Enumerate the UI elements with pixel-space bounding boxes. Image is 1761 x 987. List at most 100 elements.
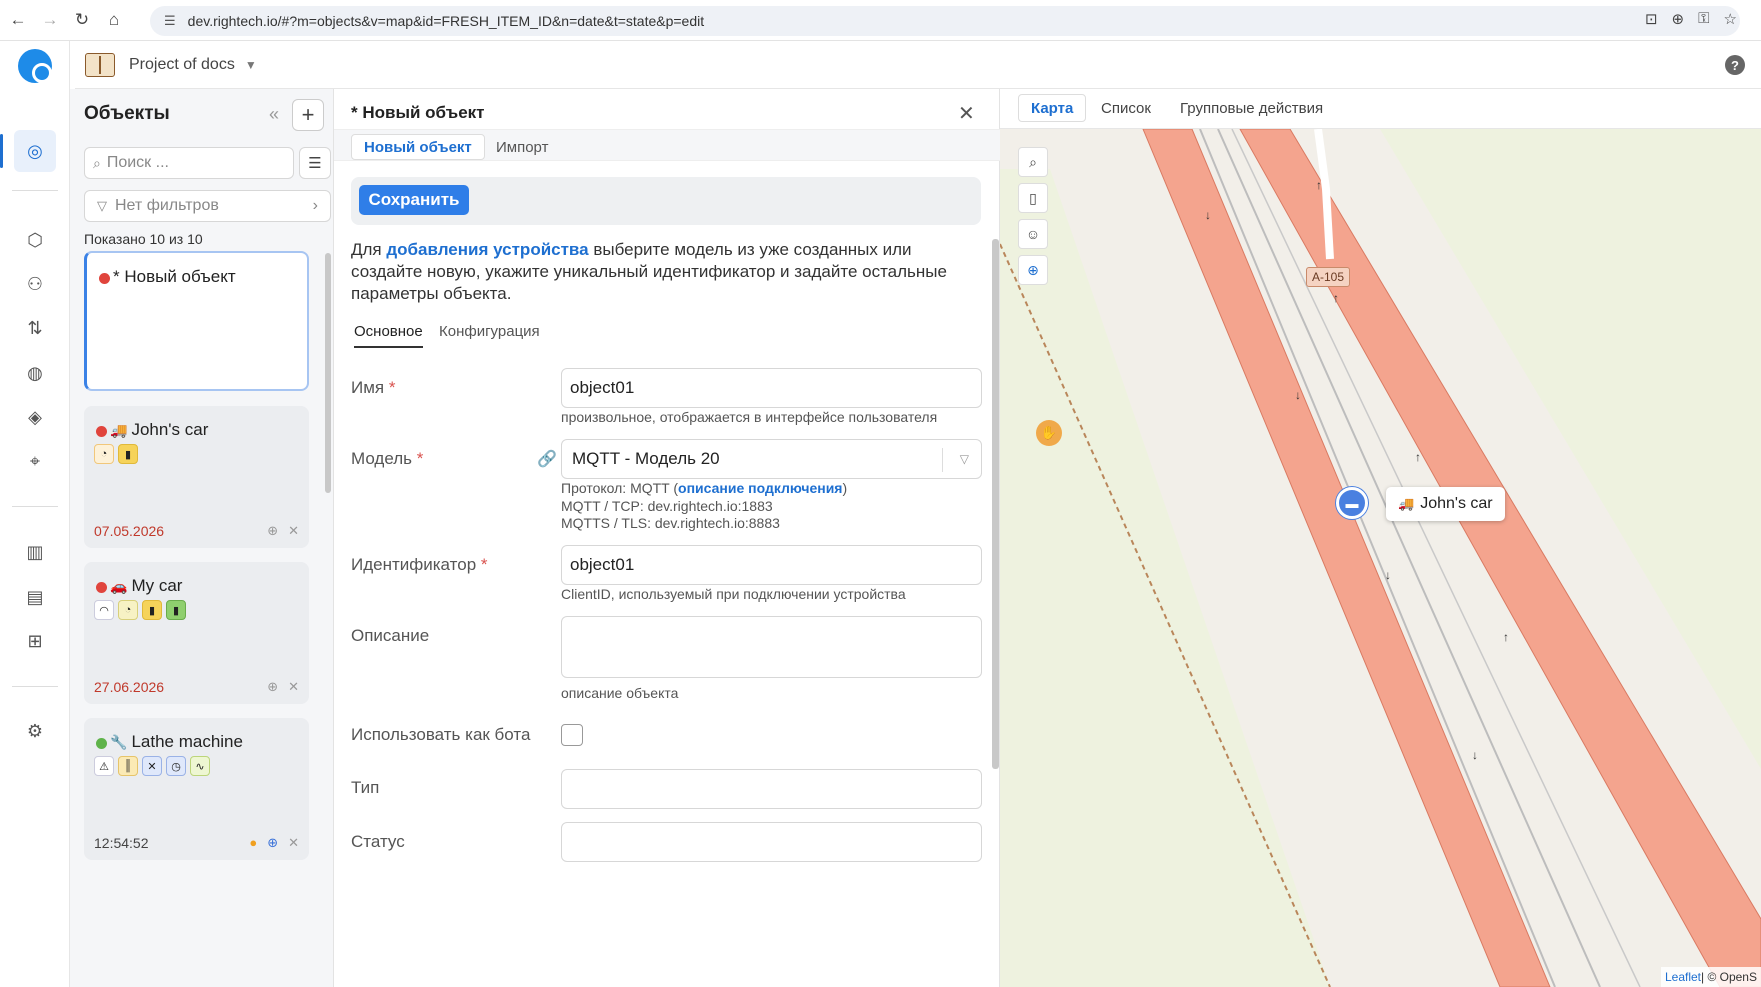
form-scrollbar[interactable] [992,239,999,769]
reports-clipboard-icon[interactable]: ▤ [14,576,56,618]
map-search-icon[interactable]: ⌕ [1018,147,1048,177]
password-key-icon[interactable]: ⚿ [1698,10,1709,28]
name-label: Имя * [351,378,396,397]
map-attribution: Leaflet | © OpenS [1660,967,1761,987]
identifier-field[interactable] [561,545,982,585]
map-person-icon[interactable]: ☺ [1018,219,1048,249]
clock-badge-icon: ◷ [166,756,186,776]
tab-import[interactable]: Импорт [484,134,560,160]
road-direction-arrow: ↑ [1503,630,1509,644]
identifier-label: Идентификатор * [351,555,488,574]
object-card-new[interactable]: * Новый объект [84,251,309,391]
hand-pan-icon[interactable]: ✋ [1036,420,1062,446]
gauge-badge-icon: ◔ [94,444,114,464]
save-button[interactable]: Сохранить [359,185,469,215]
connection-description-link[interactable]: описание подключения [678,480,842,496]
geofence-icon[interactable]: ◈ [14,396,56,438]
use-as-bot-checkbox[interactable] [561,724,583,746]
forward-arrow-icon[interactable]: → [36,6,64,34]
tag-icon[interactable]: ⌖ [14,440,56,482]
object-card-my-car[interactable]: 🚗 My car ◠ ◔ ▮ ▮ 27.06.2026 ⊕ ✕ [84,562,309,704]
back-arrow-icon[interactable]: ← [4,6,32,34]
object-card-johns-car[interactable]: 🚚 John's car ◔ ▮ 07.05.2026 ⊕ ✕ [84,406,309,548]
object-name: 🚚 John's car [110,420,209,439]
search-field[interactable]: ⌕ [84,147,294,179]
project-name[interactable]: Project of docs [129,56,235,74]
globe-icon[interactable]: ◍ [14,352,56,394]
truck-marker-icon[interactable]: ▬ [1336,487,1368,519]
hierarchy-icon[interactable]: ⚇ [14,263,56,305]
collapse-icon[interactable]: ✕ [288,679,299,695]
type-label: Тип [351,778,380,797]
rail-divider [12,190,58,191]
tab-configuration[interactable]: Конфигурация [439,323,540,346]
models-cube-icon[interactable]: ⬡ [14,219,56,261]
settings-gear-icon[interactable]: ⚙ [14,710,56,752]
type-field[interactable] [561,769,982,809]
objects-nav-icon[interactable]: ◎ [0,130,56,172]
rightech-logo-icon[interactable] [18,49,52,83]
name-field[interactable] [561,368,982,408]
locate-icon[interactable]: ⊕ [267,679,278,695]
collapse-icon[interactable]: ✕ [288,523,299,539]
locate-icon[interactable]: ⊕ [267,835,278,851]
leaflet-link[interactable]: Leaflet [1665,970,1701,984]
car-map-label[interactable]: 🚚 John's car [1386,487,1505,521]
warning-badge-icon: ⚠ [94,756,114,776]
address-bar[interactable]: ☰ dev.rightech.io/#?m=objects&v=map&id=F… [150,6,1740,36]
alert-icon[interactable]: ● [249,835,257,851]
collapse-icon[interactable]: ✕ [288,835,299,851]
tab-new-object[interactable]: Новый объект [351,134,485,160]
fuel-green-badge-icon: ▮ [166,600,186,620]
url-text: dev.rightech.io/#?m=objects&v=map&id=FRE… [187,13,705,29]
close-icon[interactable]: ✕ [958,101,975,126]
help-icon[interactable]: ? [1725,55,1745,75]
model-select[interactable]: MQTT - Модель 20 ▽ [561,439,982,479]
description-label: Описание [351,626,430,645]
map-canvas[interactable]: ↓ ↓ ↓ ↓ ↑ ↑ ↑ ↑ А-105 ⌕ ▯ ☺ ⊕ ✋ ▬ 🚚 John'… [1000,129,1761,987]
add-device-link[interactable]: добавления устройства [386,240,588,259]
install-app-icon[interactable]: ⊡ [1645,10,1658,28]
project-dropdown-caret-icon[interactable]: ▼ [245,58,257,72]
status-field[interactable] [561,822,982,862]
gauge-badge-icon: ◔ [118,600,138,620]
tab-list[interactable]: Список [1089,94,1163,122]
chevron-down-icon[interactable]: ▽ [960,452,969,466]
bookmark-star-icon[interactable]: ☆ [1724,10,1737,28]
automation-icon[interactable]: ⇅ [14,307,56,349]
road-direction-arrow: ↑ [1333,291,1339,305]
tab-map[interactable]: Карта [1018,94,1087,122]
dashboards-icon[interactable]: ▥ [14,531,56,573]
filter-settings-icon[interactable]: ☰ [299,147,331,179]
object-card-lathe-machine[interactable]: 🔧 Lathe machine ⚠ ║ ✕ ◷ ∿ 12:54:52 ● ⊕ ✕ [84,718,309,860]
address-bar-actions: ⊡ ⊕ ⚿ ☆ [1645,10,1737,28]
object-name: 🚗 My car [110,576,183,595]
grid-icon[interactable]: ⊞ [14,620,56,662]
home-icon[interactable]: ⌂ [100,6,128,34]
identifier-hint: ClientID, используемый при подключении у… [561,586,906,602]
map-panel: Карта Список Групповые действия ↓ ↓ ↓ ↓ … [1000,89,1761,987]
parameter-badges: ⚠ ║ ✕ ◷ ∿ [94,756,210,776]
tab-group-actions[interactable]: Групповые действия [1168,94,1335,122]
map-locate-icon[interactable]: ⊕ [1018,255,1048,285]
locate-icon[interactable]: ⊕ [267,523,278,539]
truck-icon: 🚚 [110,422,128,438]
reload-icon[interactable]: ↻ [68,6,96,34]
road-direction-arrow: ↓ [1385,568,1391,582]
rail-divider [12,686,58,687]
site-info-icon[interactable]: ☰ [164,13,176,29]
tab-general[interactable]: Основное [354,323,423,348]
form-subtabs: Новый объект Импорт [334,129,1000,161]
zoom-icon[interactable]: ⊕ [1672,10,1685,28]
description-field[interactable] [561,616,982,678]
search-input[interactable] [106,154,277,172]
add-object-button[interactable]: + [292,99,324,131]
model-link-icon[interactable]: 🔗 [537,449,557,469]
speedometer-badge-icon: ◠ [94,600,114,620]
filters-selector[interactable]: ▽ Нет фильтров › [84,190,331,222]
collapse-panel-icon[interactable]: « [262,101,286,127]
map-layers-icon[interactable]: ▯ [1018,183,1048,213]
car-icon: 🚗 [110,578,128,594]
model-label: Модель * [351,449,424,468]
objects-list-scrollbar[interactable] [325,253,331,493]
